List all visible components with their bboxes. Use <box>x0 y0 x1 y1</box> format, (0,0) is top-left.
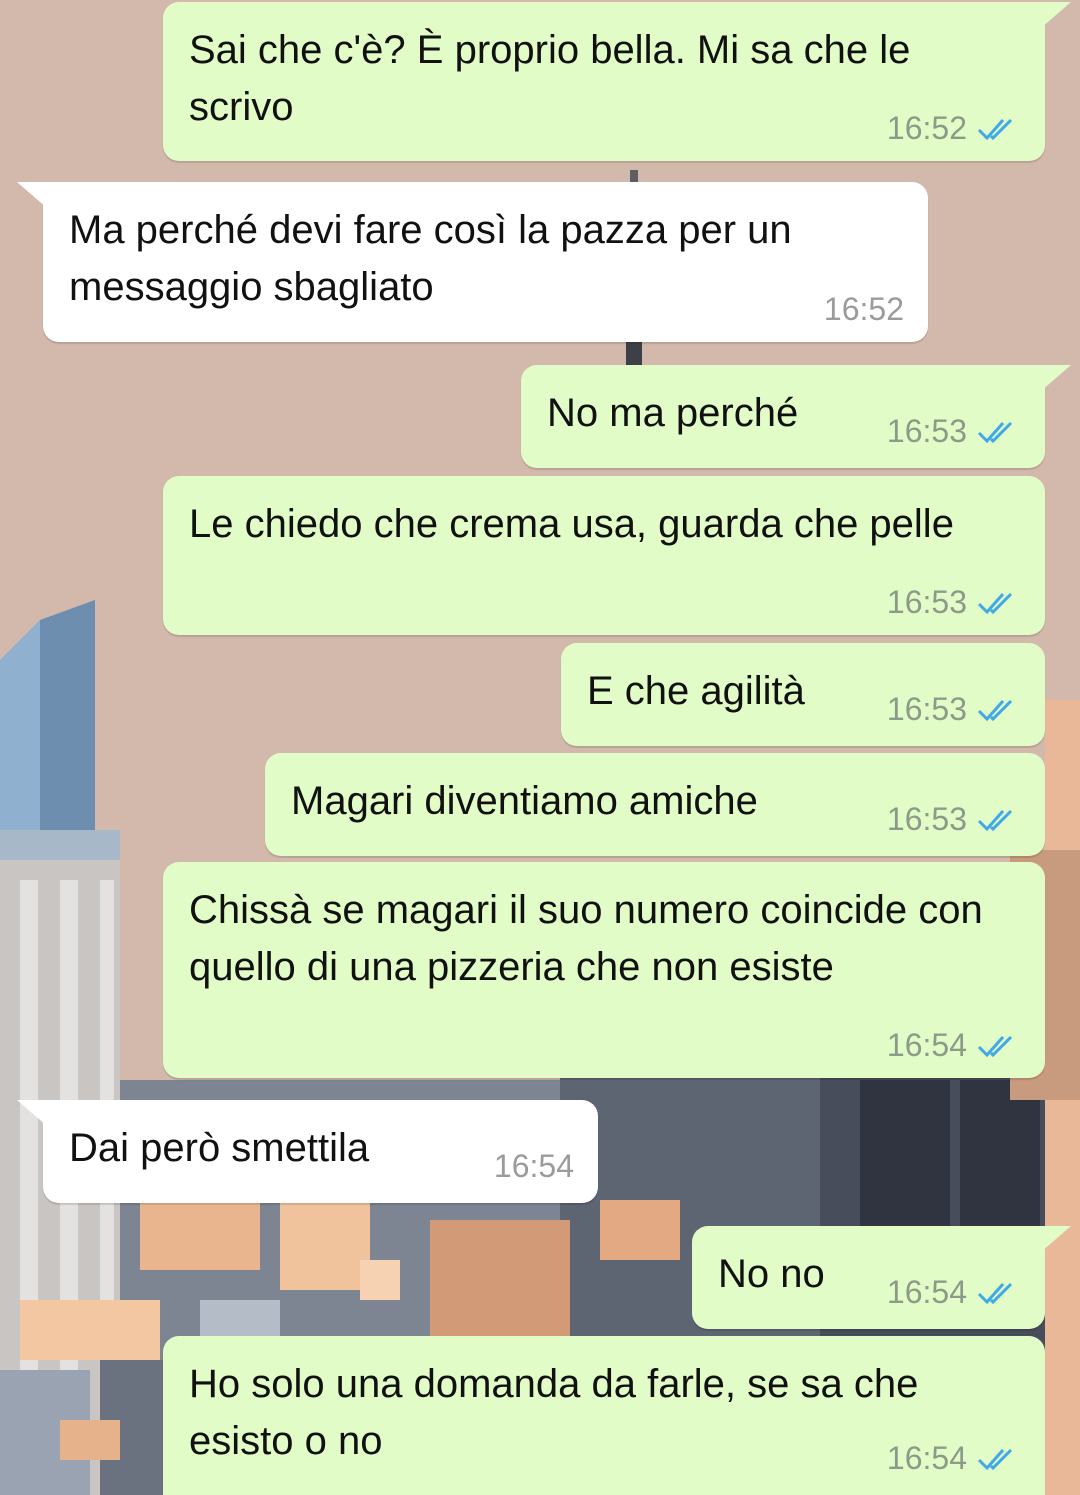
message-time: 16:53 <box>886 801 967 837</box>
message-meta: 16:52 <box>824 291 904 328</box>
message-meta: 16:53 <box>887 801 1021 838</box>
message-meta: 16:54 <box>887 1027 1021 1064</box>
message-bubble-outgoing[interactable]: Magari diventiamo amiche 16:53 <box>265 753 1045 856</box>
double-check-icon <box>977 118 1013 140</box>
message-time: 16:54 <box>886 1440 967 1476</box>
message-meta: 16:54 <box>887 1274 1021 1311</box>
bubble-tail <box>1041 2 1071 28</box>
double-check-icon <box>977 1282 1013 1304</box>
message-meta: 16:53 <box>887 413 1021 450</box>
message-bubble-outgoing[interactable]: Ho solo una domanda da farle, se sa che … <box>163 1336 1045 1495</box>
message-bubble-incoming[interactable]: Dai però smettila 16:54 <box>17 1100 598 1203</box>
message-time: 16:52 <box>823 291 904 327</box>
bubble-tail <box>1041 365 1071 391</box>
message-time: 16:53 <box>886 691 967 727</box>
message-meta: 16:53 <box>887 584 1021 621</box>
message-bubble-incoming[interactable]: Ma perché devi fare così la pazza per un… <box>17 182 928 342</box>
double-check-icon <box>977 1448 1013 1470</box>
message-time: 16:53 <box>886 413 967 449</box>
message-time: 16:52 <box>886 110 967 146</box>
message-text: Ma perché devi fare così la pazza per un… <box>69 208 803 309</box>
bubble-tail <box>17 1100 47 1126</box>
message-time: 16:54 <box>493 1148 574 1184</box>
message-text: Le chiedo che crema usa, guarda che pell… <box>189 502 954 546</box>
double-check-icon <box>977 592 1013 614</box>
message-meta: 16:54 <box>494 1148 574 1185</box>
message-time: 16:54 <box>886 1027 967 1063</box>
bubble-tail <box>17 182 47 208</box>
bubble-tail <box>1041 1226 1071 1252</box>
message-bubble-outgoing[interactable]: Le chiedo che crema usa, guarda che pell… <box>163 476 1045 635</box>
message-time: 16:53 <box>886 584 967 620</box>
message-bubble-outgoing[interactable]: Chissà se magari il suo numero coincide … <box>163 862 1045 1078</box>
message-text: Chissà se magari il suo numero coincide … <box>189 888 994 989</box>
message-bubble-outgoing[interactable]: Sai che c'è? È proprio bella. Mi sa che … <box>163 2 1071 161</box>
double-check-icon <box>977 421 1013 443</box>
message-bubble-outgoing[interactable]: E che agilità 16:53 <box>561 643 1045 746</box>
message-bubble-outgoing[interactable]: No no 16:54 <box>692 1226 1071 1329</box>
message-time: 16:54 <box>886 1274 967 1310</box>
double-check-icon <box>977 699 1013 721</box>
double-check-icon <box>977 1035 1013 1057</box>
message-bubble-outgoing[interactable]: No ma perché 16:53 <box>521 365 1071 468</box>
double-check-icon <box>977 809 1013 831</box>
message-meta: 16:53 <box>887 691 1021 728</box>
message-meta: 16:52 <box>887 110 1021 147</box>
message-meta: 16:54 <box>887 1440 1021 1477</box>
